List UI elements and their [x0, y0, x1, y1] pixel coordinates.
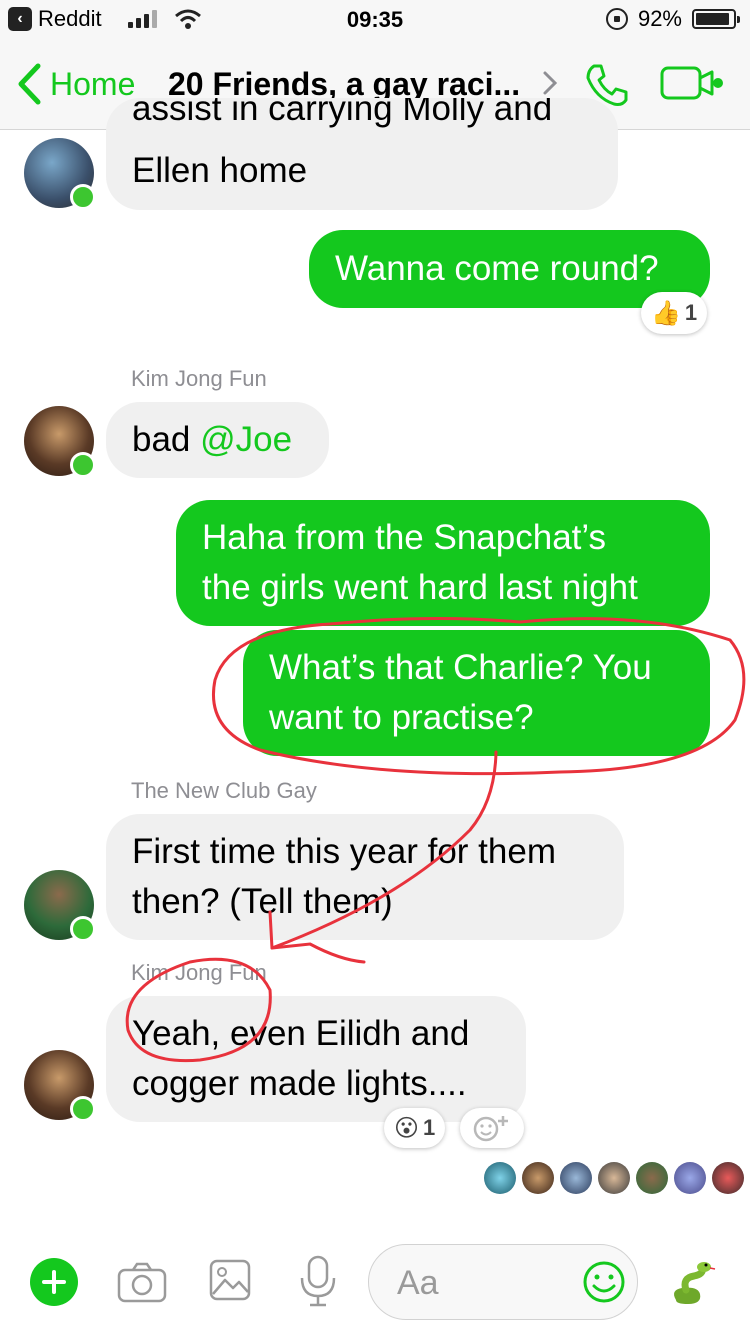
message-line: cogger made lights.... — [132, 1064, 467, 1103]
message-text-partial: assist in carrying Molly and — [132, 98, 553, 128]
snake-sticker-icon[interactable] — [668, 1260, 718, 1308]
back-button[interactable]: Home — [16, 62, 135, 106]
avatar[interactable] — [24, 138, 96, 210]
add-emoji-icon — [473, 1116, 508, 1142]
mention-link[interactable]: @Joe — [200, 415, 292, 465]
message-text: Wanna come round? — [335, 249, 659, 288]
chevron-left-icon — [18, 63, 41, 105]
online-indicator — [70, 916, 96, 942]
battery-icon — [692, 9, 740, 29]
online-indicator — [70, 1096, 96, 1122]
avatar[interactable] — [24, 406, 96, 478]
camera-icon[interactable] — [116, 1260, 168, 1304]
avatar[interactable] — [24, 1050, 96, 1122]
microphone-icon[interactable] — [298, 1254, 338, 1308]
message-line: then? (Tell them) — [132, 882, 393, 921]
seen-avatar — [598, 1162, 630, 1194]
sender-name: Kim Jong Fun — [131, 366, 267, 391]
reaction-badge[interactable]: 😮 1 — [384, 1108, 446, 1148]
gallery-icon[interactable] — [208, 1258, 252, 1302]
message-bubble[interactable]: First time this year for them then? (Tel… — [106, 814, 624, 940]
read-receipts[interactable] — [484, 1162, 744, 1194]
message-bubble[interactable]: bad @Joe — [106, 402, 329, 478]
surprised-face-icon: 😮 — [394, 1114, 420, 1142]
emoji-icon[interactable] — [581, 1259, 627, 1305]
message-line: Yeah, even Eilidh and — [132, 1014, 470, 1053]
message-bubble[interactable]: Yeah, even Eilidh and cogger made lights… — [106, 996, 526, 1122]
message-line: want to practise? — [269, 698, 534, 737]
seen-avatar — [560, 1162, 592, 1194]
message-composer — [368, 1244, 638, 1320]
reaction-count: 1 — [423, 1115, 436, 1140]
video-icon[interactable] — [660, 66, 724, 100]
message-bubble-outgoing[interactable]: Haha from the Snapchat’s the girls went … — [176, 500, 710, 626]
reaction-badge[interactable]: 👍 1 — [641, 292, 708, 334]
message-bubble-outgoing[interactable]: What’s that Charlie? You want to practis… — [243, 630, 710, 756]
message-input[interactable] — [397, 1259, 587, 1307]
add-icon[interactable] — [30, 1258, 78, 1306]
message-text: bad — [132, 420, 201, 459]
reaction-count: 1 — [684, 300, 698, 325]
sender-name: The New Club Gay — [131, 778, 317, 803]
seen-avatar — [484, 1162, 516, 1194]
message-line: What’s that Charlie? You — [269, 648, 652, 687]
add-reaction-button[interactable] — [460, 1108, 524, 1148]
seen-avatar — [674, 1162, 706, 1194]
online-indicator — [70, 184, 96, 210]
thumbs-up-icon: 👍 — [651, 299, 681, 327]
status-bar: ‹ Reddit 09:35 92% — [0, 0, 750, 40]
message-bubble[interactable]: assist in carrying Molly and Ellen home — [106, 98, 618, 210]
avatar[interactable] — [24, 870, 96, 942]
message-line: First time this year for them — [132, 832, 556, 871]
message-line: the girls went hard last night — [202, 568, 638, 607]
seen-avatar — [712, 1162, 744, 1194]
rotation-lock-icon — [605, 8, 628, 30]
battery-percent: 92% — [637, 6, 682, 31]
online-indicator — [70, 452, 96, 478]
back-label: Home — [50, 65, 136, 102]
seen-avatar — [522, 1162, 554, 1194]
seen-avatar — [636, 1162, 668, 1194]
composer-bar — [0, 1234, 750, 1334]
message-text: Ellen home — [132, 151, 308, 190]
sender-name: Kim Jong Fun — [131, 960, 267, 985]
chevron-right-icon[interactable] — [542, 70, 558, 96]
message-line: Haha from the Snapchat’s — [202, 518, 607, 557]
